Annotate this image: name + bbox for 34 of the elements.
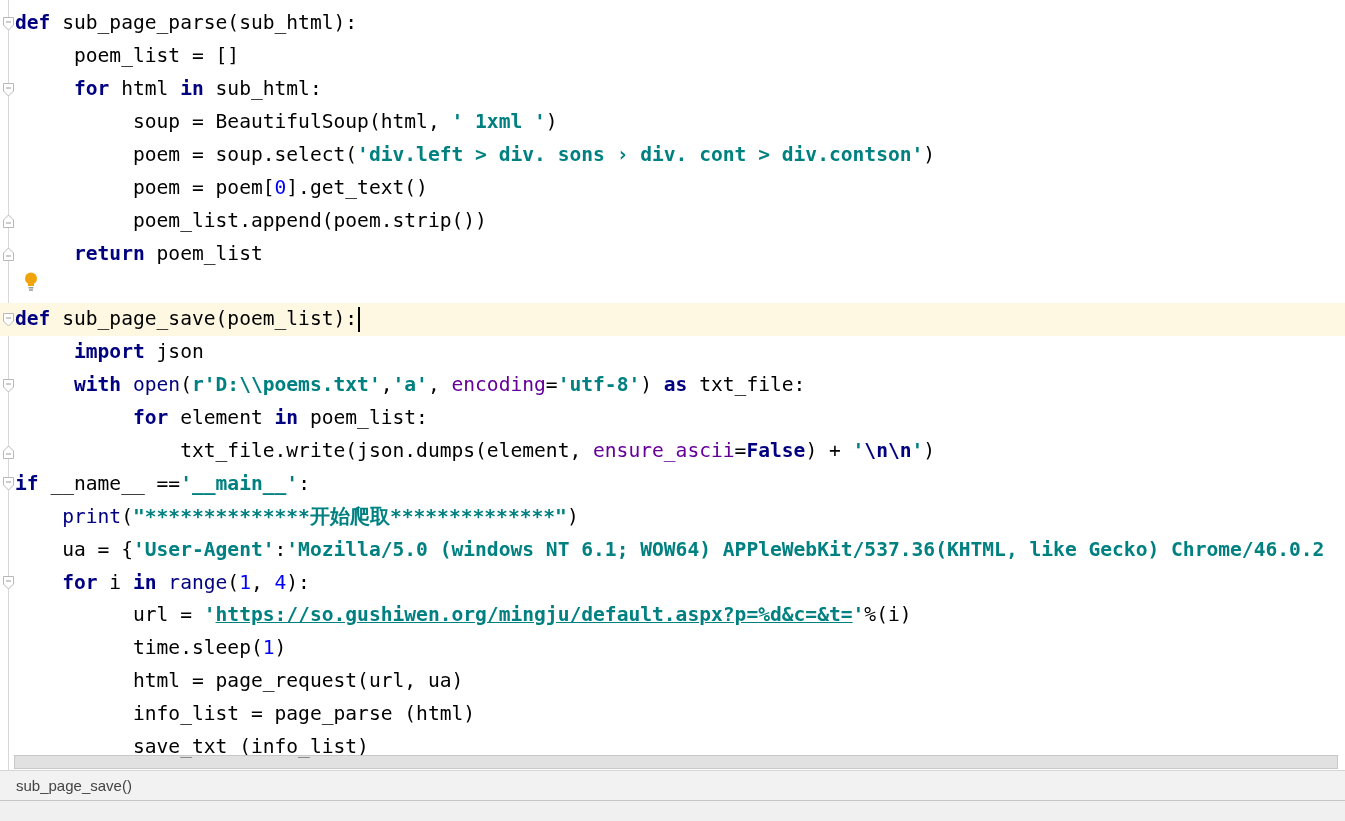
code-line: poem_list.append(poem.strip()) [131, 207, 487, 234]
code-line: html = page_request(url, ua) [131, 668, 464, 695]
code-line: print("**************开始爬取**************") [61, 503, 579, 530]
code-line: for element in poem_list: [131, 405, 428, 432]
code-line: poem = soup.select('div.left > div. sons › div. cont > div.contson') [131, 142, 936, 168]
code-line: for i in range(1, 4): [61, 569, 310, 596]
code-line: return poem_list [72, 240, 263, 267]
fold-start-icon[interactable] [3, 378, 14, 393]
lightbulb-icon[interactable] [24, 272, 38, 292]
code-line: info_list = page_parse (html) [131, 701, 476, 728]
code-line: def sub_page_save(poem_list): [15, 306, 358, 333]
code-line: time.sleep(1) [131, 635, 287, 662]
code-line: if __name__ =='__main__': [15, 470, 310, 497]
text-caret [358, 306, 361, 332]
fold-end-icon[interactable] [3, 444, 14, 459]
code-line: soup = BeautifulSoup(html, ' 1xml ') [131, 109, 558, 136]
fold-start-icon[interactable] [3, 477, 14, 492]
code-line: import json [72, 339, 204, 366]
code-line: save_txt (info_list) [131, 734, 369, 761]
code-line: txt_file.write(json.dumps(element, ensure_ascii=False) + '\n\n') [179, 438, 936, 464]
fold-end-icon[interactable] [3, 214, 14, 229]
code-line: poem = poem[0].get_text() [131, 174, 428, 201]
fold-end-icon[interactable] [3, 247, 14, 262]
fold-start-icon[interactable] [3, 576, 14, 591]
code-line: poem_list = [] [72, 43, 240, 70]
code-line: url = 'https://so.gushiwen.org/mingju/default.aspx?p=%d&c=&t='%(i) [131, 602, 912, 629]
fold-start-icon[interactable] [3, 17, 14, 31]
code-line: ua = {'User-Agent':'Mozilla/5.0 (windows NT 6.1; WOW64) APPleWebKit/537.36(KHTML, like Gecko) Chrome/46.0.2 [61, 536, 1325, 563]
fold-start-icon[interactable] [3, 313, 14, 327]
code-line: with open(r'D:\\poems.txt','a', encoding='utf-8') as txt_file: [72, 372, 806, 399]
fold-start-icon[interactable] [3, 82, 14, 97]
breadcrumb-item[interactable]: sub_page_save() [16, 777, 132, 794]
code-line: def sub_page_parse(sub_html): [15, 10, 358, 37]
code-line: for html in sub_html: [72, 76, 322, 103]
